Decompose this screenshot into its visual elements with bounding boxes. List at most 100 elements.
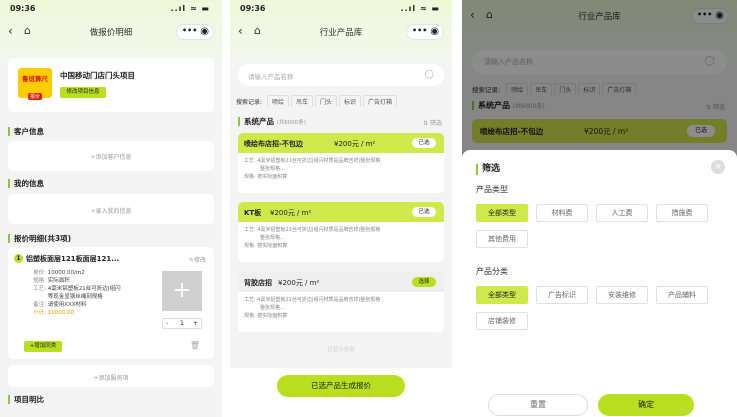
project-name: 中国移动门店门头项目 [60,71,135,80]
edit-project-button[interactable]: 修改项目信息 [60,87,106,98]
minus-button[interactable]: - [166,319,168,328]
customer-card[interactable]: +添加客户信息 [8,141,214,171]
type-option-all[interactable]: 全部类型 [476,204,528,222]
capsule-menu[interactable]: ••• ◉ [176,24,214,40]
item-name: 铝塑板面层121板面层121... [26,255,120,263]
system-products-title: 系统产品 (共6000条) [238,117,306,126]
target-icon[interactable]: ◉ [200,25,209,39]
filter-sheet-title: 筛选 [476,164,500,175]
item-index-badge: 1 [14,254,23,263]
category-option-all[interactable]: 全部类型 [476,286,528,304]
bottom-bar: 已选产品生成报价 [230,368,452,417]
product-header: KT板 ¥200元 / m² 已选 [238,202,444,222]
filter-button[interactable]: ⇅ 筛选 [423,118,442,127]
my-info-card[interactable]: +录入我的信息 [8,194,214,224]
history-tag[interactable]: 标识 [339,95,362,107]
plus-icon: + [172,278,192,303]
screen-filter-sheet: ‹ ⌂ 行业产品库 ••• ◉ 请输入产品名称 ○ 搜索记录: 喷绘 吊车 门头 标识广… [462,0,737,417]
filter-label: 筛选 [429,120,442,127]
target-icon[interactable]: ◉ [430,25,439,39]
filter-icon: ⇅ [423,120,429,127]
product-card[interactable]: KT板 ¥200元 / m² 已选 工艺: 4毫米铝塑板21丝可折边|组闪材质是… [238,202,444,262]
service-card[interactable]: +添加服务项 [8,365,214,387]
select-button[interactable]: 选择 [412,277,436,287]
selected-button[interactable]: 已选 [412,138,436,148]
category-option[interactable]: 产品辅料 [656,286,708,304]
my-info-section-title: 我的信息 [8,179,44,188]
type-option[interactable]: 人工费 [596,204,648,222]
desc-line: 整张规格... [260,305,285,311]
category-option[interactable]: 广告标识 [536,286,588,304]
attr-row: 单价: 10000.00/m2 [24,268,164,276]
capsule-menu[interactable]: ••• ◉ [406,24,444,40]
attr-row: 规格: 实际面积 [24,276,164,284]
desc-line: 规格: 按实际面积算 [244,243,288,249]
attr-key: 单价: [33,270,46,276]
edit-item-label: 修改 [193,257,206,264]
product-header: 喷绘布店招-不包边 ¥200元 / m² 已选 [238,133,444,153]
history-tag[interactable]: 喷绘 [266,95,289,107]
attr-key: 小计: [33,310,46,316]
logo-text: 鲁班算尺 [22,75,48,83]
status-time: 09:36 [10,4,36,13]
add-similar-button[interactable]: +增加同类 [24,341,62,352]
add-image-placeholder[interactable]: + [162,271,202,311]
system-products-label: 系统产品 [244,117,274,126]
filter-sheet: 筛选 × 产品类型 全部类型 材料费 人工费 措施费 其他费用 产品分类 全部类… [462,150,737,417]
category-option[interactable]: 安装维修 [596,286,648,304]
system-products-count: (共6000条) [276,120,306,126]
app-logo: 鲁班算尺 报价 [18,68,52,100]
more-icon[interactable]: ••• [182,24,197,38]
nav-bar: ‹ ⌂ 行业产品库 ••• ◉ [230,22,452,46]
type-option[interactable]: 措施费 [656,204,708,222]
product-card[interactable]: 背胶店招 ¥200元 / m² 选择 工艺: 4毫米铝塑板21丝可折边|组闪材质… [238,272,444,332]
status-bar: 09:36 ..ıl ≈ ▬ [10,4,210,18]
quantity-value: 1 [180,320,184,327]
quote-item-card: 1 铝塑板面层121板面层121... ✎修改 单价: 10000.00/m2 … [8,247,214,359]
attr-key: 工艺: [33,286,46,292]
type-option[interactable]: 其他费用 [476,230,528,248]
edit-item-link[interactable]: ✎修改 [189,255,206,264]
attr-row: 备注: 请使用XXX材料 [24,300,164,308]
plus-button[interactable]: + [193,319,198,328]
attr-key: 备注: [33,302,46,308]
history-label: 搜索记录: [236,99,263,106]
history-tag[interactable]: 门头 [314,95,337,107]
search-placeholder: 请输入产品名称 [248,73,294,81]
close-icon[interactable]: × [711,160,725,174]
product-name: 喷绘布店招-不包边 [244,140,303,148]
quantity-stepper[interactable]: - 1 + [162,318,202,329]
subtotal-row: 小计: 10000.00 [24,308,164,316]
product-price: ¥200元 / m² [334,140,376,148]
add-service-link[interactable]: +添加服务项 [8,373,214,382]
end-of-list: 已显示全部 [327,347,355,353]
product-desc: 工艺: 4毫米铝塑板21丝可折边|组闪材质是品牌吉祥|整张规格 整张规格... 规格… [244,157,440,181]
search-input[interactable]: 请输入产品名称 ○ [238,64,444,86]
product-price: ¥200元 / m² [278,279,320,287]
more-icon[interactable]: ••• [412,24,427,38]
reset-button[interactable]: 重置 [488,394,588,416]
selected-button[interactable]: 已选 [412,207,436,217]
attr-row: 工艺: 4毫米铝塑板21丝可折边|组闪 [24,284,164,292]
add-my-info-link[interactable]: +录入我的信息 [8,206,214,215]
signal-icon: ..ıl ≈ ▬ [400,4,440,13]
desc-line: 工艺: 4毫米铝塑板21丝可折边|组闪材质是品牌吉祥|整张规格 [244,158,381,164]
project-card: 鲁班算尺 报价 中国移动门店门头项目 修改项目信息 [8,58,214,112]
desc-line: 整张规格... [260,166,285,172]
signal-icon: ..ıl ≈ ▬ [170,4,210,13]
history-tag[interactable]: 吊车 [290,95,313,107]
desc-line: 整张规格... [260,235,285,241]
trash-icon[interactable]: 🗑 [190,341,200,350]
category-option[interactable]: 店铺装修 [476,312,528,330]
product-card[interactable]: 喷绘布店招-不包边 ¥200元 / m² 已选 工艺: 4毫米铝塑板21丝可折边… [238,133,444,193]
type-option[interactable]: 材料费 [536,204,588,222]
logo-badge: 报价 [27,93,42,100]
add-customer-link[interactable]: +添加客户信息 [8,152,214,161]
product-desc: 工艺: 4毫米铝塑板21丝可折边|组闪材质是品牌吉祥|整张规格 整张规格... 规格… [244,296,440,320]
search-icon[interactable]: ○ [424,67,434,80]
item-attributes: 单价: 10000.00/m2 规格: 实际面积 工艺: 4毫米铝塑板21丝可折… [24,268,164,316]
generate-quote-button[interactable]: 已选产品生成报价 [277,375,405,397]
type-label: 产品类型 [476,185,508,194]
history-tag[interactable]: 广告灯箱 [363,95,398,107]
confirm-button[interactable]: 确定 [598,394,694,416]
